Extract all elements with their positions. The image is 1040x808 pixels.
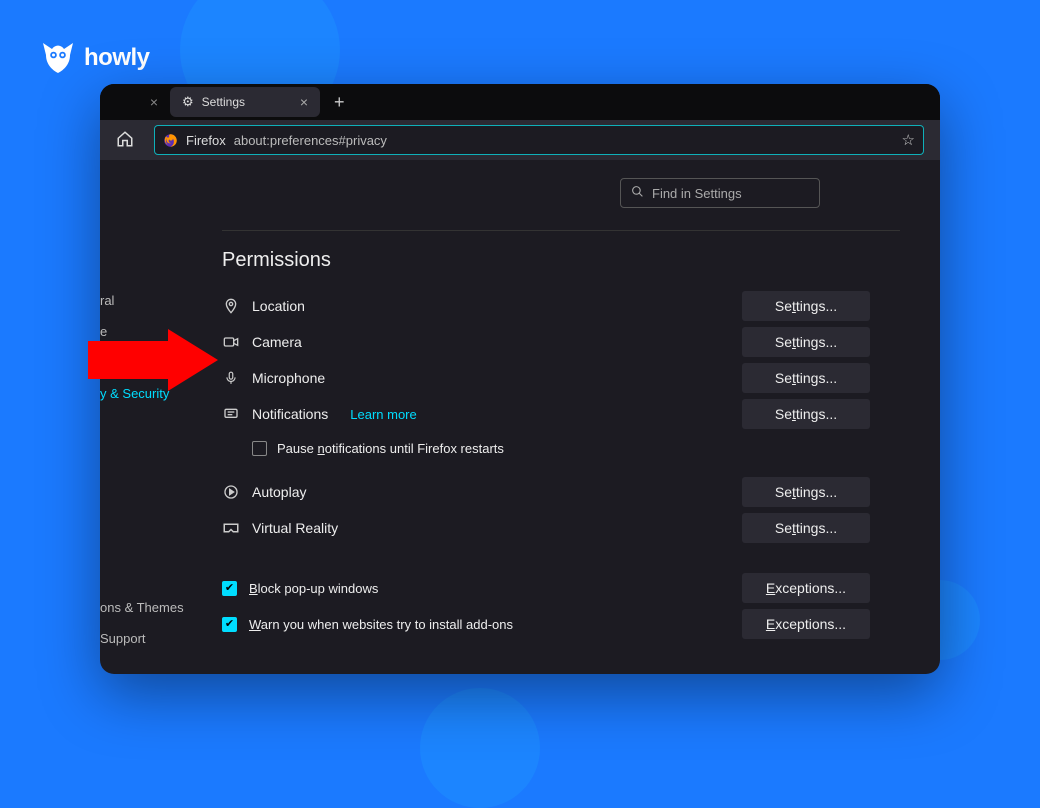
warn-addons-row: ✔ Warn you when websites try to install … bbox=[222, 606, 900, 642]
tab-cutoff[interactable]: × bbox=[120, 84, 170, 120]
perm-label: Microphone bbox=[252, 370, 325, 386]
search-input[interactable]: Find in Settings bbox=[620, 178, 820, 208]
settings-button-vr[interactable]: Settings... bbox=[742, 513, 870, 543]
settings-button-autoplay[interactable]: Settings... bbox=[742, 477, 870, 507]
bookmark-star-icon[interactable]: ☆ bbox=[902, 131, 915, 149]
checkbox-checked[interactable]: ✔ bbox=[222, 617, 237, 632]
pause-notifications-row[interactable]: Pause notifications until Firefox restar… bbox=[222, 432, 900, 464]
divider bbox=[222, 230, 900, 231]
content-area: ral e h y & Security ons & Themes Suppor… bbox=[100, 160, 940, 674]
camera-icon bbox=[222, 335, 240, 349]
search-icon bbox=[631, 185, 644, 201]
exceptions-button-popups[interactable]: Exceptions... bbox=[742, 573, 870, 603]
perm-row-notifications: Notifications Learn more Settings... bbox=[222, 396, 900, 432]
url-bar[interactable]: Firefox about:preferences#privacy ☆ bbox=[154, 125, 924, 155]
location-icon bbox=[222, 298, 240, 314]
learn-more-link[interactable]: Learn more bbox=[350, 407, 416, 422]
notifications-icon bbox=[222, 407, 240, 421]
perm-row-microphone: Microphone Settings... bbox=[222, 360, 900, 396]
autoplay-icon bbox=[222, 484, 240, 500]
settings-button-microphone[interactable]: Settings... bbox=[742, 363, 870, 393]
checkbox-label: Warn you when websites try to install ad… bbox=[249, 617, 513, 632]
sidebar-item-extensions[interactable]: ons & Themes bbox=[100, 592, 172, 623]
perm-label: Autoplay bbox=[252, 484, 306, 500]
settings-button-notifications[interactable]: Settings... bbox=[742, 399, 870, 429]
howly-logo: howly bbox=[40, 40, 150, 76]
perm-label: Location bbox=[252, 298, 305, 314]
sidebar-item-general[interactable]: ral bbox=[100, 285, 172, 316]
tab-label: Settings bbox=[202, 95, 245, 109]
vr-icon bbox=[222, 521, 240, 535]
perm-label: Notifications bbox=[252, 406, 328, 422]
perm-row-vr: Virtual Reality Settings... bbox=[222, 510, 900, 546]
main-panel: Find in Settings Permissions Location Se… bbox=[172, 160, 940, 674]
tab-strip: × ⚙ Settings × + bbox=[100, 84, 940, 120]
sidebar-item-search[interactable]: h bbox=[100, 347, 172, 378]
section-title: Permissions bbox=[222, 249, 900, 272]
settings-button-camera[interactable]: Settings... bbox=[742, 327, 870, 357]
home-icon[interactable] bbox=[116, 130, 134, 151]
new-tab-button[interactable]: + bbox=[334, 92, 345, 113]
sidebar-item-support[interactable]: Support bbox=[100, 623, 172, 654]
microphone-icon bbox=[222, 370, 240, 386]
toolbar: Firefox about:preferences#privacy ☆ bbox=[100, 120, 940, 160]
exceptions-button-addons[interactable]: Exceptions... bbox=[742, 609, 870, 639]
perm-row-location: Location Settings... bbox=[222, 288, 900, 324]
block-popups-row: ✔ Block pop-up windows Exceptions... bbox=[222, 570, 900, 606]
perm-label: Virtual Reality bbox=[252, 520, 338, 536]
sidebar-item-home[interactable]: e bbox=[100, 316, 172, 347]
sidebar-item-privacy-security[interactable]: y & Security bbox=[100, 378, 172, 409]
perm-label: Camera bbox=[252, 334, 302, 350]
url-prefix: Firefox bbox=[186, 133, 226, 148]
tab-settings[interactable]: ⚙ Settings × bbox=[170, 87, 320, 117]
gear-icon: ⚙ bbox=[182, 94, 194, 110]
howly-text: howly bbox=[84, 44, 150, 72]
checkbox-label: Block pop-up windows bbox=[249, 581, 378, 596]
perm-row-camera: Camera Settings... bbox=[222, 324, 900, 360]
settings-button-location[interactable]: Settings... bbox=[742, 291, 870, 321]
firefox-icon bbox=[163, 133, 178, 148]
sidebar: ral e h y & Security ons & Themes Suppor… bbox=[100, 160, 172, 674]
checkbox-unchecked[interactable] bbox=[252, 441, 267, 456]
close-icon[interactable]: × bbox=[300, 94, 308, 110]
perm-row-autoplay: Autoplay Settings... bbox=[222, 474, 900, 510]
close-icon[interactable]: × bbox=[150, 94, 158, 110]
checkbox-checked[interactable]: ✔ bbox=[222, 581, 237, 596]
firefox-window: × ⚙ Settings × + Firefox about:preferenc… bbox=[100, 84, 940, 674]
url-path: about:preferences#privacy bbox=[234, 133, 387, 148]
search-placeholder: Find in Settings bbox=[652, 186, 742, 201]
owl-icon bbox=[40, 40, 76, 76]
checkbox-label: Pause notifications until Firefox restar… bbox=[277, 441, 504, 456]
